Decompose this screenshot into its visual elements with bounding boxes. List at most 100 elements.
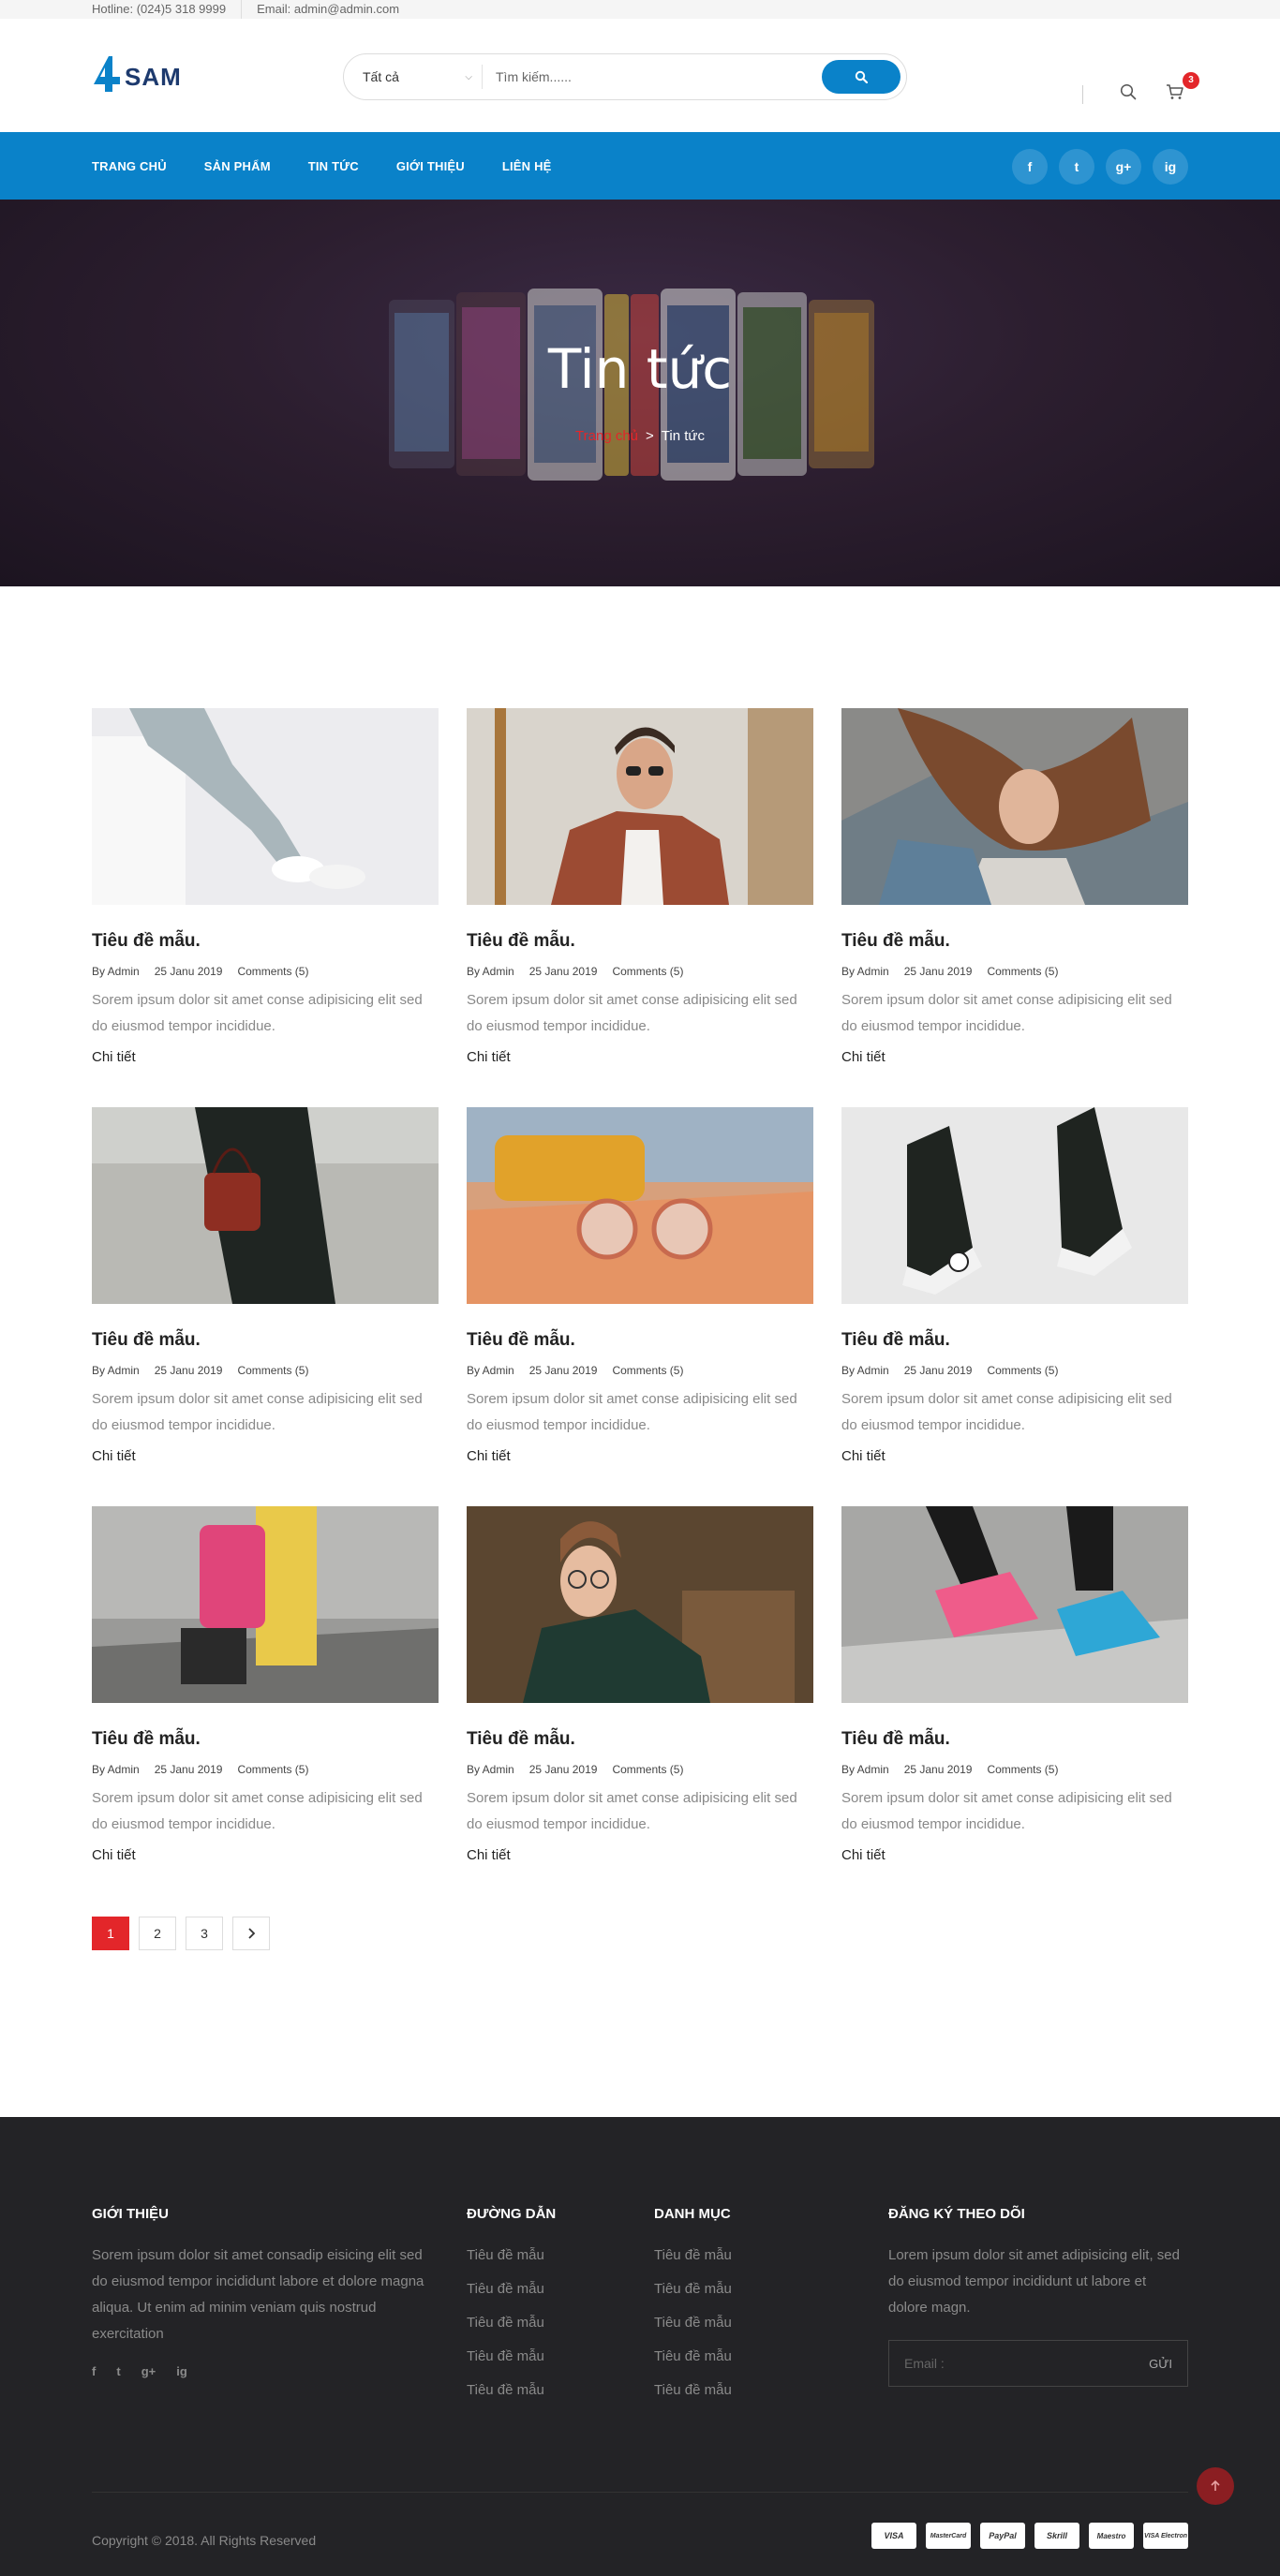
footer-categories-title: DANH MỤC [654,2206,731,2222]
post-title[interactable]: Tiêu đề mẫu. [841,1729,1188,1750]
post-card: Tiêu đề mẫu. By Admin 25 Janu 2019 Comme… [841,1107,1188,1465]
post-meta: By Admin 25 Janu 2019 Comments (5) [92,965,439,978]
main-nav: TRANG CHỦ SẢN PHẨM TIN TỨC GIỚI THIỆU LI… [0,132,1280,200]
post-excerpt: Sorem ipsum dolor sit amet conse adipisi… [92,1391,423,1433]
footer-category-link[interactable]: Tiêu đề mẫu [654,2273,823,2306]
nav-item-contact[interactable]: LIÊN HỆ [502,159,552,173]
post-image[interactable] [92,1506,439,1703]
search-icon[interactable] [1120,83,1137,100]
footer-link[interactable]: Tiêu đề mẫu [467,2239,635,2273]
post-image[interactable] [841,1107,1188,1304]
logo-text: SAM [125,62,182,91]
email-field[interactable] [904,2356,1110,2371]
footer-link[interactable]: Tiêu đề mẫu [467,2340,635,2374]
nav-item-products[interactable]: SẢN PHẨM [204,159,271,173]
post-title[interactable]: Tiêu đề mẫu. [841,931,1188,952]
subscribe-button[interactable]: GỬI [1149,2357,1172,2371]
twitter-icon[interactable]: t [1059,149,1094,185]
read-more-link[interactable]: Chi tiết [467,1448,511,1464]
footer-link[interactable]: Tiêu đề mẫu [467,2273,635,2306]
chevron-down-icon: ⌵ [465,71,472,82]
read-more-link[interactable]: Chi tiết [92,1448,136,1464]
back-to-top-button[interactable] [1197,2467,1234,2505]
post-excerpt: Sorem ipsum dolor sit amet conse adipisi… [841,1391,1172,1433]
post-image[interactable] [841,708,1188,905]
search-category-select[interactable]: Tất cả ⌵ [363,65,483,89]
post-title[interactable]: Tiêu đề mẫu. [467,1330,813,1351]
pagination: 1 2 3 [92,1917,1188,1950]
news-grid: Tiêu đề mẫu. By Admin 25 Janu 2019 Comme… [92,708,1188,1864]
logo-mark-icon [94,56,120,92]
footer-links: ĐƯỜNG DẪN Tiêu đề mẫu Tiêu đề mẫu Tiêu đ… [467,2206,635,2407]
post-image[interactable] [92,1107,439,1304]
read-more-link[interactable]: Chi tiết [92,1847,136,1863]
post-comments[interactable]: Comments (5) [612,965,683,978]
post-author: By Admin [467,1763,514,1776]
site-logo[interactable]: SAM [92,54,182,94]
cart-icon[interactable] [1166,83,1184,100]
footer-links-title: ĐƯỜNG DẪN [467,2206,557,2222]
post-title[interactable]: Tiêu đề mẫu. [92,931,439,952]
post-image[interactable] [92,708,439,905]
post-image[interactable] [467,1506,813,1703]
nav-item-about[interactable]: GIỚI THIỆU [396,159,465,173]
post-meta: By Admin 25 Janu 2019 Comments (5) [92,1364,439,1377]
post-title[interactable]: Tiêu đề mẫu. [467,1729,813,1750]
footer-category-link[interactable]: Tiêu đề mẫu [654,2239,823,2273]
payment-methods: VISA MasterCard PayPal Skrill Maestro VI… [862,2523,1188,2549]
post-title[interactable]: Tiêu đề mẫu. [467,931,813,952]
post-title[interactable]: Tiêu đề mẫu. [841,1330,1188,1351]
facebook-icon[interactable]: f [92,2364,96,2378]
post-comments[interactable]: Comments (5) [237,1763,308,1776]
next-page-button[interactable] [232,1917,270,1950]
search-input[interactable] [483,69,822,84]
page-2-button[interactable]: 2 [139,1917,176,1950]
footer-link[interactable]: Tiêu đề mẫu [467,2374,635,2407]
read-more-link[interactable]: Chi tiết [841,1847,886,1863]
page-3-button[interactable]: 3 [186,1917,223,1950]
twitter-icon[interactable]: t [116,2364,120,2378]
post-comments[interactable]: Comments (5) [987,1763,1058,1776]
post-comments[interactable]: Comments (5) [612,1364,683,1377]
post-title[interactable]: Tiêu đề mẫu. [92,1729,439,1750]
read-more-link[interactable]: Chi tiết [92,1049,136,1065]
breadcrumb-home-link[interactable]: Trang chủ [575,428,638,444]
instagram-icon[interactable]: ig [176,2364,187,2378]
chevron-right-icon [248,1928,256,1939]
skrill-icon: Skrill [1034,2523,1079,2549]
post-author: By Admin [841,1763,889,1776]
nav-item-news[interactable]: TIN TỨC [308,159,359,173]
email-text: Email: admin@admin.com [257,2,400,16]
breadcrumb-current: Tin tức [661,428,705,444]
footer-category-link[interactable]: Tiêu đề mẫu [654,2306,823,2340]
post-image[interactable] [467,708,813,905]
post-excerpt: Sorem ipsum dolor sit amet conse adipisi… [92,1790,423,1832]
facebook-icon[interactable]: f [1012,149,1048,185]
post-image[interactable] [467,1107,813,1304]
post-comments[interactable]: Comments (5) [987,965,1058,978]
post-comments[interactable]: Comments (5) [987,1364,1058,1377]
read-more-link[interactable]: Chi tiết [467,1847,511,1863]
google-plus-icon[interactable]: g+ [1106,149,1141,185]
nav-item-home[interactable]: TRANG CHỦ [92,159,167,173]
read-more-link[interactable]: Chi tiết [841,1448,886,1464]
post-author: By Admin [841,965,889,978]
mastercard-icon: MasterCard [926,2523,971,2549]
instagram-icon[interactable]: ig [1153,149,1188,185]
site-header: SAM Tất cả ⌵ 3 [0,19,1280,132]
footer-category-link[interactable]: Tiêu đề mẫu [654,2340,823,2374]
post-card: Tiêu đề mẫu. By Admin 25 Janu 2019 Comme… [841,1506,1188,1864]
post-comments[interactable]: Comments (5) [237,965,308,978]
post-image[interactable] [841,1506,1188,1703]
read-more-link[interactable]: Chi tiết [467,1049,511,1065]
footer-category-link[interactable]: Tiêu đề mẫu [654,2374,823,2407]
page-1-button[interactable]: 1 [92,1917,129,1950]
google-plus-icon[interactable]: g+ [141,2364,156,2378]
read-more-link[interactable]: Chi tiết [841,1049,886,1065]
post-title[interactable]: Tiêu đề mẫu. [92,1330,439,1351]
header-divider [1082,85,1083,104]
post-comments[interactable]: Comments (5) [237,1364,308,1377]
search-button[interactable] [822,60,900,94]
footer-link[interactable]: Tiêu đề mẫu [467,2306,635,2340]
post-comments[interactable]: Comments (5) [612,1763,683,1776]
